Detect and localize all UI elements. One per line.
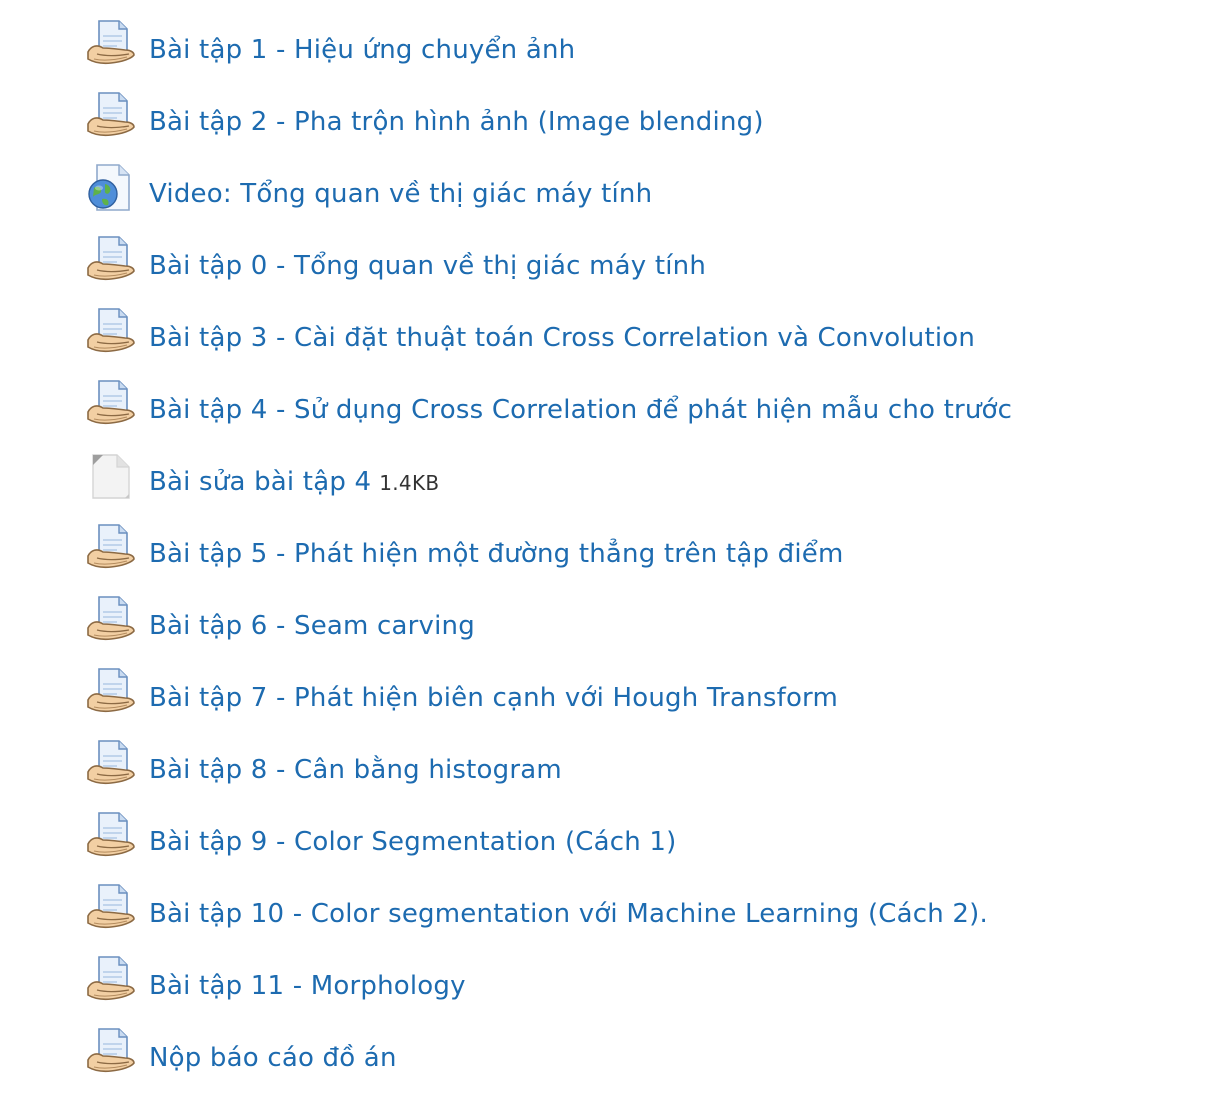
assignment-icon[interactable]: [85, 594, 137, 646]
file-icon[interactable]: [85, 450, 137, 502]
assignment-icon[interactable]: [85, 738, 137, 790]
assignment-icon[interactable]: [85, 1026, 137, 1078]
activity-item: Video: Tổng quan về thị giác máy tính: [0, 158, 1212, 230]
activity-link[interactable]: Bài sửa bài tập 4 1.4KB: [149, 467, 439, 497]
activity-item: Bài tập 4 - Sử dụng Cross Correlation để…: [0, 374, 1212, 446]
activity-link[interactable]: Bài tập 3 - Cài đặt thuật toán Cross Cor…: [149, 323, 975, 353]
activity-link[interactable]: Bài tập 1 - Hiệu ứng chuyển ảnh: [149, 35, 575, 65]
activity-link[interactable]: Bài tập 10 - Color segmentation với Mach…: [149, 899, 988, 929]
activity-link[interactable]: Bài tập 7 - Phát hiện biên cạnh với Houg…: [149, 683, 838, 713]
activity-link-label[interactable]: Bài sửa bài tập 4: [149, 467, 371, 497]
assignment-icon[interactable]: [85, 810, 137, 862]
activity-link[interactable]: Video: Tổng quan về thị giác máy tính: [149, 179, 652, 209]
activity-link[interactable]: Bài tập 2 - Pha trộn hình ảnh (Image ble…: [149, 107, 764, 137]
activity-link[interactable]: Bài tập 0 - Tổng quan về thị giác máy tí…: [149, 251, 706, 281]
assignment-icon[interactable]: [85, 882, 137, 934]
activity-item: Nộp báo cáo đồ án: [0, 1022, 1212, 1094]
assignment-icon[interactable]: [85, 666, 137, 718]
activity-link[interactable]: Bài tập 6 - Seam carving: [149, 611, 475, 641]
activity-link[interactable]: Bài tập 11 - Morphology: [149, 971, 466, 1001]
assignment-icon[interactable]: [85, 378, 137, 430]
assignment-icon[interactable]: [85, 90, 137, 142]
activity-item: Bài tập 6 - Seam carving: [0, 590, 1212, 662]
assignment-icon[interactable]: [85, 306, 137, 358]
activity-item: Bài tập 10 - Color segmentation với Mach…: [0, 878, 1212, 950]
activity-link[interactable]: Bài tập 5 - Phát hiện một đường thẳng tr…: [149, 539, 843, 569]
url-icon[interactable]: [85, 162, 137, 214]
assignment-icon[interactable]: [85, 234, 137, 286]
activity-item: Bài tập 8 - Cân bằng histogram: [0, 734, 1212, 806]
assignment-icon[interactable]: [85, 18, 137, 70]
activity-item: Bài tập 1 - Hiệu ứng chuyển ảnh: [0, 14, 1212, 86]
activity-link[interactable]: Bài tập 9 - Color Segmentation (Cách 1): [149, 827, 677, 857]
activity-item: Bài tập 7 - Phát hiện biên cạnh với Houg…: [0, 662, 1212, 734]
activity-item: Bài sửa bài tập 4 1.4KB: [0, 446, 1212, 518]
activity-item: Bài tập 0 - Tổng quan về thị giác máy tí…: [0, 230, 1212, 302]
assignment-icon[interactable]: [85, 522, 137, 574]
activity-item: Bài tập 5 - Phát hiện một đường thẳng tr…: [0, 518, 1212, 590]
activity-item: Bài tập 3 - Cài đặt thuật toán Cross Cor…: [0, 302, 1212, 374]
assignment-icon[interactable]: [85, 954, 137, 1006]
course-activity-list: Bài tập 1 - Hiệu ứng chuyển ảnh Bài tập …: [0, 14, 1212, 1094]
file-size: 1.4KB: [379, 471, 440, 495]
activity-link[interactable]: Bài tập 8 - Cân bằng histogram: [149, 755, 562, 785]
activity-item: Bài tập 2 - Pha trộn hình ảnh (Image ble…: [0, 86, 1212, 158]
activity-item: Bài tập 11 - Morphology: [0, 950, 1212, 1022]
activity-link[interactable]: Nộp báo cáo đồ án: [149, 1043, 397, 1073]
activity-link[interactable]: Bài tập 4 - Sử dụng Cross Correlation để…: [149, 395, 1012, 425]
activity-item: Bài tập 9 - Color Segmentation (Cách 1): [0, 806, 1212, 878]
